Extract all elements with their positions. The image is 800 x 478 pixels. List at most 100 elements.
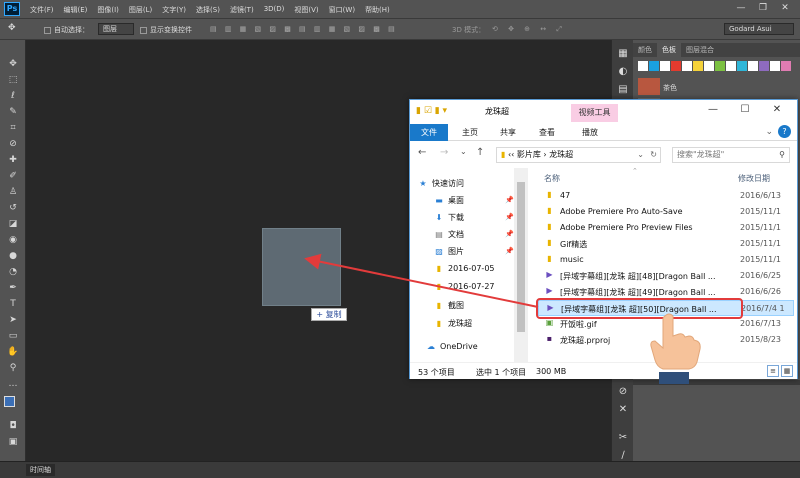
menu-view[interactable]: 视图(V) bbox=[294, 5, 318, 15]
recent-locations-icon[interactable]: ⌄ bbox=[460, 147, 467, 156]
swatch[interactable] bbox=[759, 61, 769, 71]
swatch[interactable] bbox=[781, 61, 791, 71]
3d-mode-icons[interactable]: ⟲ ✥ ⊕ ↔ ⤢ bbox=[492, 25, 566, 34]
quick-select-tool-icon[interactable]: ✎ bbox=[6, 106, 20, 118]
tab-view[interactable]: 查看 bbox=[529, 124, 565, 141]
swatch[interactable] bbox=[748, 61, 758, 71]
menu-filter[interactable]: 滤镜(T) bbox=[230, 5, 254, 15]
menu-edit[interactable]: 编辑(E) bbox=[64, 5, 88, 15]
minimize-button[interactable]: — bbox=[697, 104, 729, 115]
swatch[interactable] bbox=[693, 61, 703, 71]
file-row[interactable]: ▮ Adobe Premiere Pro Auto-Save 2015/11/1 bbox=[538, 204, 794, 220]
nav-onedrive[interactable]: ☁ OneDrive bbox=[426, 342, 478, 351]
workspace-dropdown[interactable]: Godard Asui bbox=[724, 23, 794, 35]
column-date-header[interactable]: 修改日期 bbox=[738, 173, 770, 184]
details-view-icon[interactable]: ≡ bbox=[767, 365, 779, 377]
zoom-tool-icon[interactable]: ⚲ bbox=[6, 362, 20, 374]
tab-file[interactable]: 文件 bbox=[410, 124, 448, 141]
swatch[interactable] bbox=[649, 61, 659, 71]
search-icon[interactable]: ⚲ bbox=[779, 148, 785, 162]
nav-desktop[interactable]: ▬ 桌面 bbox=[434, 195, 464, 206]
nav-quick-access[interactable]: ★ 快速访问 bbox=[418, 178, 464, 189]
maximize-button[interactable]: ☐ bbox=[729, 104, 761, 115]
pen-tool-icon[interactable]: ✒ bbox=[6, 282, 20, 294]
search-input[interactable]: 搜索"龙珠超" ⚲ bbox=[672, 147, 790, 163]
swatch[interactable] bbox=[737, 61, 747, 71]
eraser-tool-icon[interactable]: ◪ bbox=[6, 218, 20, 230]
menu-layer[interactable]: 图层(L) bbox=[129, 5, 152, 15]
auto-select-checkbox[interactable]: 自动选择： bbox=[44, 25, 89, 35]
panel-icon[interactable]: ◐ bbox=[616, 66, 630, 79]
brush-tool-icon[interactable]: ✐ bbox=[6, 170, 20, 182]
crop-tool-icon[interactable]: ⌗ bbox=[6, 122, 20, 134]
healing-brush-tool-icon[interactable]: ✚ bbox=[6, 154, 20, 166]
tab-play[interactable]: 播放 bbox=[572, 124, 608, 141]
quick-access-toolbar-icons[interactable]: ▮ ☑ ▮ ▾ bbox=[416, 106, 447, 116]
swatch[interactable] bbox=[682, 61, 692, 71]
selected-swatch-color[interactable] bbox=[638, 78, 660, 95]
dodge-tool-icon[interactable]: ◔ bbox=[6, 266, 20, 278]
help-icon[interactable]: ? bbox=[778, 125, 791, 138]
menu-help[interactable]: 帮助(H) bbox=[365, 5, 390, 15]
shape-tool-icon[interactable]: ▭ bbox=[6, 330, 20, 342]
no-entry-icon[interactable]: ⊘ bbox=[616, 386, 630, 399]
menu-select[interactable]: 选择(S) bbox=[196, 5, 220, 15]
nav-folder-2016-07-27[interactable]: ▮ 2016-07-27 bbox=[434, 282, 495, 291]
address-box[interactable]: ▮ ‹‹ 影片库 › 龙珠超 ⌄ ↻ bbox=[496, 147, 661, 163]
tab-swatches[interactable]: 色板 bbox=[657, 43, 681, 57]
auto-select-dropdown[interactable]: 图层 bbox=[98, 23, 134, 35]
align-icons[interactable]: ▤ ▥ ▦ ▧ ▨ ▩ ▤ ▥ ▦ ▧ ▨ ▩ ▤ bbox=[210, 25, 398, 33]
show-transform-checkbox[interactable]: 显示变换控件 bbox=[140, 25, 192, 35]
tab-share[interactable]: 共享 bbox=[490, 124, 526, 141]
nav-pictures[interactable]: ▨ 图片 bbox=[434, 246, 464, 257]
paint-bucket-tool-icon[interactable]: ◉ bbox=[6, 234, 20, 246]
maximize-button[interactable]: ❐ bbox=[752, 3, 774, 13]
screen-mode-icon[interactable]: ▣ bbox=[6, 436, 20, 448]
minimize-button[interactable]: — bbox=[730, 3, 752, 13]
file-row[interactable]: ▮ Adobe Premiere Pro Preview Files 2015/11… bbox=[538, 220, 794, 236]
x-tool-icon[interactable]: ✕ bbox=[616, 404, 630, 417]
marquee-tool-icon[interactable]: ⬚ bbox=[6, 74, 20, 86]
menu-image[interactable]: 图像(I) bbox=[97, 5, 119, 15]
timeline-tab[interactable]: 时间轴 bbox=[26, 464, 55, 476]
hand-tool-icon[interactable]: ✋ bbox=[6, 346, 20, 358]
blur-tool-icon[interactable]: ● bbox=[6, 250, 20, 262]
dropdown-icon[interactable]: ⌄ bbox=[637, 148, 644, 162]
nav-downloads[interactable]: ⬇ 下载 bbox=[434, 212, 464, 223]
file-row[interactable]: ▮ music 2015/11/1 bbox=[538, 252, 794, 268]
move-tool-icon[interactable]: ✥ bbox=[6, 58, 20, 70]
swatch[interactable] bbox=[726, 61, 736, 71]
refresh-icon[interactable]: ↻ bbox=[650, 148, 657, 162]
swatch[interactable] bbox=[671, 61, 681, 71]
file-row[interactable]: ▮ 47 2016/6/13 bbox=[538, 188, 794, 204]
history-brush-tool-icon[interactable]: ↺ bbox=[6, 202, 20, 214]
scrollbar-thumb[interactable] bbox=[517, 182, 525, 332]
column-name-header[interactable]: 名称 bbox=[544, 173, 560, 184]
move-tool-icon[interactable]: ✥ bbox=[8, 23, 16, 33]
swatch[interactable] bbox=[704, 61, 714, 71]
panel-icon[interactable]: ▦ bbox=[616, 48, 630, 61]
type-tool-icon[interactable]: T bbox=[6, 298, 20, 310]
swatch[interactable] bbox=[638, 61, 648, 71]
file-row[interactable]: ▮ Gif精选 2015/11/1 bbox=[538, 236, 794, 252]
tab-color[interactable]: 颜色 bbox=[633, 43, 657, 57]
swatch[interactable] bbox=[660, 61, 670, 71]
nav-documents[interactable]: ▤ 文档 bbox=[434, 229, 464, 240]
up-arrow-icon[interactable]: ↑ bbox=[476, 147, 484, 158]
nav-screenshots[interactable]: ▮ 截图 bbox=[434, 300, 464, 311]
quick-mask-icon[interactable]: ◘ bbox=[6, 420, 20, 432]
tab-blend[interactable]: 图层混合 bbox=[681, 43, 719, 57]
swatch[interactable] bbox=[715, 61, 725, 71]
nav-dragonball[interactable]: ▮ 龙珠超 bbox=[434, 318, 472, 329]
menu-type[interactable]: 文字(Y) bbox=[162, 5, 186, 15]
foreground-color-swatch[interactable] bbox=[4, 396, 15, 407]
path-select-tool-icon[interactable]: ➤ bbox=[6, 314, 20, 326]
lasso-tool-icon[interactable]: ℓ bbox=[6, 90, 20, 102]
nav-scrollbar[interactable] bbox=[514, 168, 528, 362]
eyedropper-tool-icon[interactable]: ⊘ bbox=[6, 138, 20, 150]
large-icons-view-icon[interactable]: ▦ bbox=[781, 365, 793, 377]
close-button[interactable]: ✕ bbox=[761, 104, 793, 115]
close-button[interactable]: ✕ bbox=[774, 3, 796, 13]
scissors-icon[interactable]: ✂ bbox=[616, 432, 630, 445]
menu-file[interactable]: 文件(F) bbox=[30, 5, 54, 15]
